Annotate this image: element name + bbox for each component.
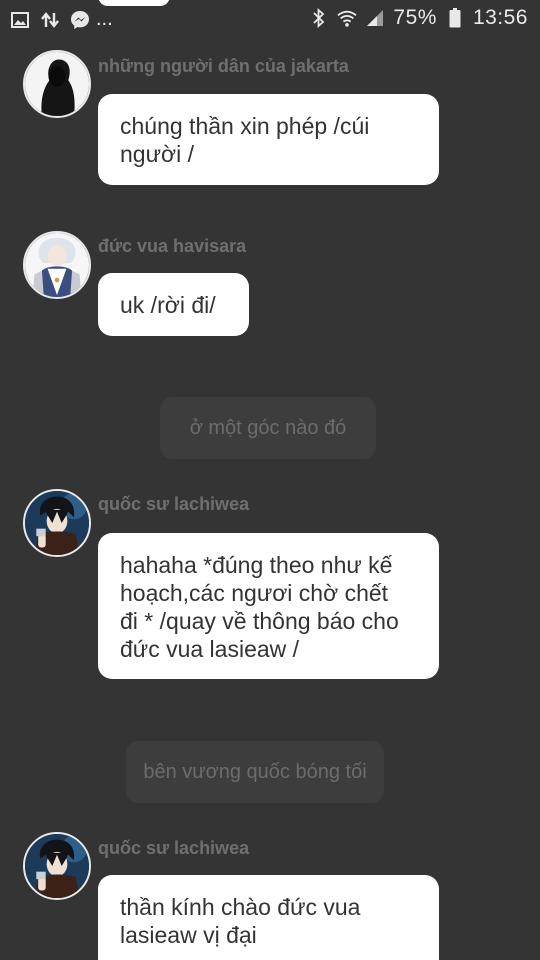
sender-name: những người dân của jakarta [98,56,349,76]
king-avatar[interactable] [23,231,91,299]
bluetooth-icon [309,8,329,28]
narration-box: bên vương quốc bóng tối [126,741,384,803]
advisor-avatar[interactable] [23,489,91,557]
gallery-icon [10,10,30,30]
message-line: hahaha *đúng theo như kế [120,552,393,578]
signal-icon [365,8,385,28]
message-line: đức vua lasieaw / [120,636,300,662]
message-line: người / [120,141,194,167]
sender-name: quốc sư lachiwea [98,494,250,514]
message-line: thần kính chào đức vua [120,894,361,920]
messenger-icon [70,10,90,30]
message-bubble[interactable]: uk /rời đi/ [98,273,249,336]
message-line: hoạch,các ngươi chờ chết [120,580,389,606]
data-transfer-icon [40,10,60,30]
message-bubble[interactable]: chúng thần xin phép /cúi người / [98,94,439,185]
clock: 13:56 [472,6,528,29]
advisor-avatar[interactable] [23,832,91,900]
status-bar: ... 75% 13:56 [0,0,540,38]
message-bubble[interactable]: thần kính chào đức vua lasieaw vị đại [98,875,439,960]
silhouette-avatar[interactable] [23,50,91,118]
narration-box: ở một góc nào đó [160,397,376,459]
battery-icon [445,8,465,28]
message-line: lasieaw vị đại [120,922,257,948]
sender-name: quốc sư lachiwea [98,838,250,858]
message-bubble[interactable]: hahaha *đúng theo như kế hoạch,các ngươi… [98,533,439,679]
sender-name: đức vua havisara [98,236,247,256]
overflow-indicator: ... [96,8,113,30]
message-line: đi * /quay về thông báo cho [120,608,399,634]
message-line: chúng thần xin phép /cúi [120,113,370,139]
message-line: uk /rời đi/ [120,292,216,318]
battery-percent: 75% [393,6,437,29]
wifi-icon [337,8,358,28]
